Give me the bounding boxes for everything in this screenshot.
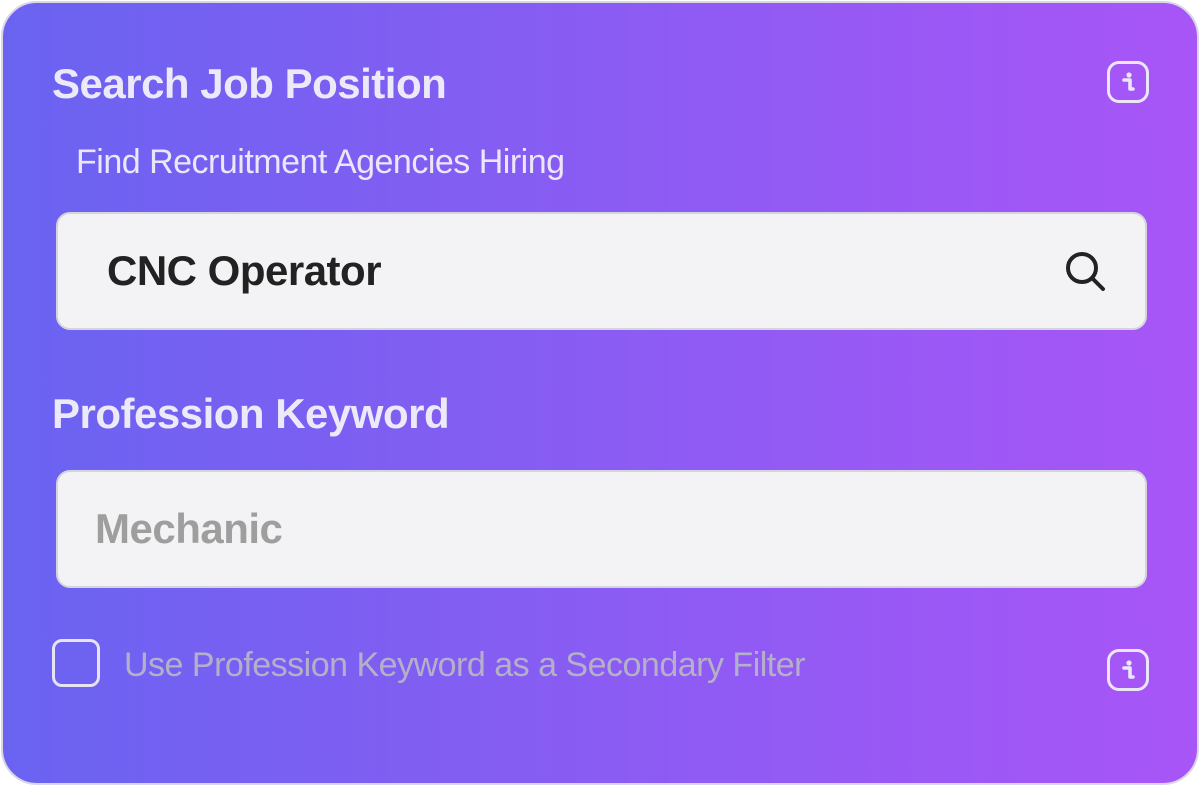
info-icon [1122,72,1135,91]
profession-keyword-label: Profession Keyword [52,390,450,437]
info-icon [1122,660,1135,679]
job-search-input[interactable] [107,214,1047,328]
search-icon[interactable] [1062,248,1110,296]
title-info-button[interactable] [1107,61,1149,103]
secondary-filter-checkbox[interactable] [52,639,100,687]
page-title: Search Job Position [52,60,447,107]
profession-keyword-input[interactable] [95,472,1095,586]
job-search-field[interactable] [56,212,1147,330]
filter-info-button[interactable] [1107,649,1149,691]
search-job-card: Search Job Position Find Recruitment Age… [1,1,1199,785]
secondary-filter-label[interactable]: Use Profession Keyword as a Secondary Fi… [124,644,805,686]
page-subtitle: Find Recruitment Agencies Hiring [76,143,565,181]
profession-keyword-field[interactable] [56,470,1147,588]
